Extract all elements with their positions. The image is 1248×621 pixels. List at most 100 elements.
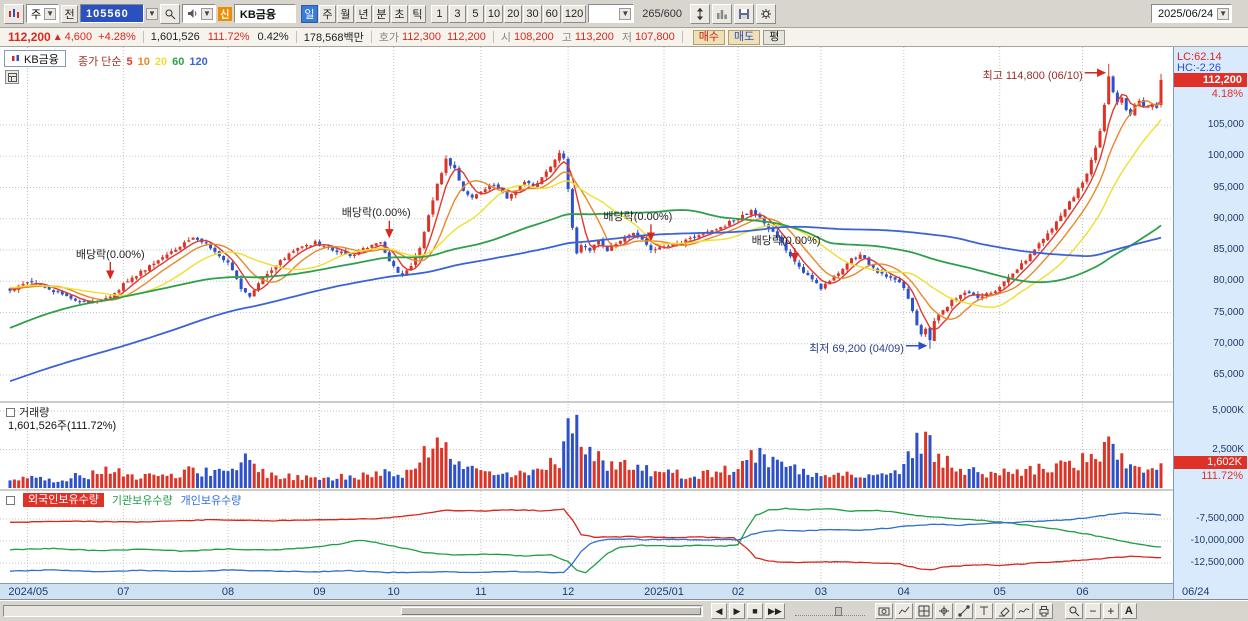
sell-button[interactable]: 매도 bbox=[728, 29, 761, 45]
chart-window-icon[interactable] bbox=[4, 3, 24, 24]
period-day-button[interactable]: 일 bbox=[300, 4, 318, 23]
zoom-slider[interactable] bbox=[794, 606, 865, 616]
holdings-pane-icon[interactable] bbox=[6, 495, 15, 505]
date-value: 2025/06/24 bbox=[1158, 7, 1214, 20]
speaker-icon bbox=[187, 9, 197, 18]
volume-subtitle: 1,601,526주(111.72%) bbox=[8, 420, 117, 432]
interval-120-button[interactable]: 120 bbox=[561, 4, 587, 23]
pan-icon[interactable] bbox=[690, 3, 711, 24]
chevron-down-icon[interactable]: ▼ bbox=[619, 7, 632, 20]
interval-select[interactable]: ▼ bbox=[588, 4, 635, 23]
holdings-axis-label: -12,500,000 bbox=[1190, 557, 1244, 568]
zoom-out-button[interactable]: − bbox=[1084, 603, 1101, 619]
volume-value: 1,601,526 bbox=[150, 31, 200, 43]
chart-kind-select[interactable]: 주 ▼ bbox=[26, 4, 60, 23]
zoom-in-button[interactable]: + bbox=[1102, 603, 1119, 619]
volume-pane-icon[interactable] bbox=[6, 407, 15, 417]
ma-legend-prefix: 종가 단순 bbox=[78, 56, 122, 68]
scroll-right-button[interactable]: ▶ bbox=[729, 603, 745, 619]
avg-button[interactable]: 평 bbox=[763, 29, 786, 45]
institution-holdings-label[interactable]: 기관보유수량 bbox=[112, 492, 173, 508]
ma-legend-10: 10 bbox=[137, 56, 150, 68]
eraser-icon[interactable] bbox=[994, 603, 1013, 619]
chart-area[interactable]: 배당락(0.00%) 배당락(0.00%) 배당락(0.00%) 배당락(0.00%)… bbox=[0, 47, 1248, 600]
bottom-toolbar: ◀ ▶ ■ ▶▶ − + A bbox=[0, 600, 1248, 621]
ma-legend-20: 20 bbox=[154, 56, 168, 68]
stock-tab[interactable]: KB금융 bbox=[4, 50, 66, 67]
trendline-icon[interactable] bbox=[954, 603, 973, 619]
indicator-icon[interactable] bbox=[1014, 603, 1033, 619]
save-icon[interactable] bbox=[734, 3, 755, 24]
price-change-pct: +4.28% bbox=[98, 31, 136, 43]
price-axis-label: 95,000 bbox=[1213, 181, 1244, 193]
chevron-down-icon[interactable]: ▼ bbox=[200, 7, 213, 20]
interval-10-button[interactable]: 10 bbox=[484, 4, 504, 23]
price-axis-label: 80,000 bbox=[1213, 275, 1244, 287]
x-axis-label: 07 bbox=[117, 586, 130, 598]
chevron-down-icon[interactable]: ▼ bbox=[44, 7, 57, 20]
stock-code-input[interactable]: 105560 bbox=[80, 4, 145, 23]
x-axis-label: 12 bbox=[561, 586, 575, 598]
zoom-search-icon[interactable] bbox=[1064, 603, 1083, 619]
sound-alert-select[interactable]: ▼ bbox=[181, 4, 216, 23]
period-tick-button[interactable]: 틱 bbox=[408, 4, 426, 23]
auto-scale-button[interactable]: A bbox=[1120, 603, 1137, 619]
low-label: 저 bbox=[621, 32, 632, 44]
x-axis-label: 02 bbox=[731, 586, 745, 598]
volume-ratio: 111.72% bbox=[207, 31, 250, 43]
x-axis-label: 05 bbox=[993, 586, 1006, 598]
calendar-dropdown-icon[interactable]: ▼ bbox=[1217, 7, 1229, 20]
current-volume-marker: 1,602K bbox=[1174, 456, 1247, 469]
stop-button[interactable]: ■ bbox=[747, 603, 763, 619]
print-icon[interactable] bbox=[1034, 603, 1053, 619]
settings-gear-icon[interactable] bbox=[756, 3, 777, 24]
chart-scrollbar[interactable] bbox=[3, 605, 703, 617]
code-dropdown-icon[interactable]: ▼ bbox=[146, 7, 158, 20]
price-change: 4,600 bbox=[64, 31, 93, 43]
foreign-holdings-chip[interactable]: 외국인보유수량 bbox=[23, 493, 104, 507]
interval-60-button[interactable]: 60 bbox=[542, 4, 561, 23]
price-axis-label: 85,000 bbox=[1213, 244, 1244, 255]
price-axis-label: 65,000 bbox=[1213, 369, 1244, 380]
interval-3-button[interactable]: 3 bbox=[448, 4, 466, 23]
stock-name: KB금융 bbox=[233, 4, 296, 23]
interval-buttons: 1 3 5 10 20 30 60 120 bbox=[430, 4, 587, 23]
date-picker[interactable]: 2025/06/24 ▼ bbox=[1151, 4, 1232, 23]
chart-style-icon[interactable] bbox=[712, 3, 733, 24]
individual-holdings-label[interactable]: 개인보유수량 bbox=[181, 492, 242, 508]
scroll-left-button[interactable]: ◀ bbox=[711, 603, 727, 619]
low-price: 107,800 bbox=[634, 31, 675, 43]
period-minute-button[interactable]: 분 bbox=[372, 4, 390, 23]
capture-icon[interactable] bbox=[874, 603, 893, 619]
period-week-button[interactable]: 주 bbox=[318, 4, 336, 23]
interval-5-button[interactable]: 5 bbox=[466, 4, 484, 23]
scroll-end-button[interactable]: ▶▶ bbox=[765, 603, 785, 619]
zoom-slider-thumb[interactable] bbox=[834, 607, 842, 616]
period-year-button[interactable]: 년 bbox=[354, 4, 372, 23]
interval-30-button[interactable]: 30 bbox=[523, 4, 542, 23]
grid-icon[interactable] bbox=[914, 603, 933, 619]
holdings-axis-label: -10,000,000 bbox=[1190, 535, 1244, 546]
prev-stock-button[interactable]: 전 bbox=[61, 4, 79, 23]
text-tool-icon[interactable] bbox=[974, 603, 993, 619]
ma-legend-5: 5 bbox=[126, 56, 133, 68]
x-axis-label: 08 bbox=[221, 586, 235, 598]
period-month-button[interactable]: 월 bbox=[336, 4, 354, 23]
x-axis-label: 03 bbox=[814, 586, 828, 598]
price-axis-label: 75,000 bbox=[1213, 306, 1244, 318]
high-price: 113,200 bbox=[574, 31, 614, 43]
current-volume-pct: 111.72% bbox=[1201, 470, 1243, 482]
search-icon[interactable] bbox=[159, 3, 180, 24]
interval-1-button[interactable]: 1 bbox=[430, 4, 448, 23]
period-second-button[interactable]: 초 bbox=[390, 4, 408, 23]
stock-chart-window: 주 ▼ 전 105560 ▼ ▼ 신 KB금융 일주월년분초틱 1 3 5 10 20 3… bbox=[0, 0, 1248, 621]
buy-button[interactable]: 매수 bbox=[692, 29, 725, 45]
scrollbar-thumb[interactable] bbox=[401, 607, 701, 615]
ma-legend-60: 60 bbox=[172, 56, 185, 68]
chart-tools-icon[interactable] bbox=[5, 70, 19, 84]
compare-chart-icon[interactable] bbox=[894, 603, 913, 619]
interval-20-button[interactable]: 20 bbox=[504, 4, 523, 23]
crosshair-icon[interactable] bbox=[934, 603, 953, 619]
current-price-pct: 4.18% bbox=[1211, 88, 1243, 100]
holdings-axis-label: -7,500,000 bbox=[1196, 513, 1244, 524]
